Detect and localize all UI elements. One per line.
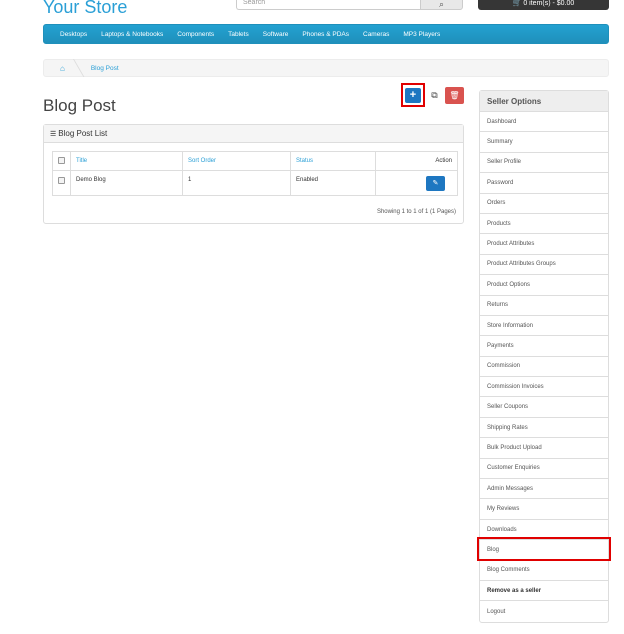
sidebar-item-commission[interactable]: Commission xyxy=(480,357,608,378)
magnifier-icon: ⌕ xyxy=(438,0,445,9)
sidebar-title: Seller Options xyxy=(480,91,608,112)
column-action: Action xyxy=(375,151,458,171)
sidebar-item-shipping-rates[interactable]: Shipping Rates xyxy=(480,418,608,439)
sidebar-item-logout[interactable]: Logout xyxy=(480,601,608,621)
sidebar-item-remove-seller[interactable]: Remove as a seller xyxy=(480,581,608,602)
sidebar-item-orders[interactable]: Orders xyxy=(480,194,608,214)
sidebar-item-product-attributes[interactable]: Product Attributes xyxy=(480,234,608,255)
sort-title-link[interactable]: Title xyxy=(76,158,87,164)
delete-button[interactable]: 🗑 xyxy=(445,87,464,104)
breadcrumb: ⌂ Blog Post xyxy=(43,59,609,77)
store-name[interactable]: Your Store xyxy=(43,0,127,18)
breadcrumb-current[interactable]: Blog Post xyxy=(91,65,119,72)
row-checkbox[interactable] xyxy=(58,177,65,184)
column-title: Title xyxy=(70,151,183,171)
sidebar-item-bulk-product-upload[interactable]: Bulk Product Upload xyxy=(480,438,608,459)
row-sort-order: 1 xyxy=(182,170,291,196)
sidebar-item-seller-coupons[interactable]: Seller Coupons xyxy=(480,397,608,418)
column-sort-order: Sort Order xyxy=(182,151,291,171)
cart-button[interactable]: 🛒 0 item(s) - $0.00 xyxy=(478,0,609,10)
sidebar-item-payments[interactable]: Payments xyxy=(480,336,608,357)
select-all-checkbox[interactable] xyxy=(58,156,65,164)
row-action: ✎ xyxy=(375,170,458,196)
pagination-info: Showing 1 to 1 of 1 (1 Pages) xyxy=(376,209,456,215)
edit-button[interactable]: ✎ xyxy=(426,175,445,191)
sidebar-item-commission-invoices[interactable]: Commission Invoices xyxy=(480,377,608,398)
home-icon[interactable]: ⌂ xyxy=(60,64,65,73)
sidebar-item-admin-messages[interactable]: Admin Messages xyxy=(480,479,608,500)
search-button[interactable]: ⌕ xyxy=(420,0,463,10)
sidebar-item-returns[interactable]: Returns xyxy=(480,296,608,316)
row-checkbox-cell xyxy=(52,170,71,196)
list-icon: ☰ xyxy=(50,131,57,138)
menu-item-mp3[interactable]: MP3 Players xyxy=(403,31,440,38)
row-status: Enabled xyxy=(290,170,376,196)
sort-order-link[interactable]: Sort Order xyxy=(188,158,216,164)
sidebar-item-password[interactable]: Password xyxy=(480,173,608,194)
blog-item-highlight xyxy=(477,537,611,561)
page-title: Blog Post xyxy=(43,96,116,115)
sort-status-link[interactable]: Status xyxy=(296,158,313,164)
column-status: Status xyxy=(290,151,376,171)
select-all-cell xyxy=(52,151,71,171)
sidebar-item-customer-enquiries[interactable]: Customer Enquiries xyxy=(480,459,608,480)
sidebar-item-dashboard[interactable]: Dashboard xyxy=(480,112,608,133)
menu-item-cameras[interactable]: Cameras xyxy=(363,31,389,38)
panel-title: Blog Post List xyxy=(58,129,108,138)
table-row: Demo Blog 1 Enabled ✎ xyxy=(52,170,458,196)
search-input[interactable]: Search xyxy=(236,0,420,10)
sidebar-item-blog-comments[interactable]: Blog Comments xyxy=(480,561,608,581)
menu-item-software[interactable]: Software xyxy=(263,31,289,38)
sidebar-item-my-reviews[interactable]: My Reviews xyxy=(480,499,608,520)
panel-heading: ☰ Blog Post List xyxy=(44,125,463,143)
sidebar-item-seller-profile[interactable]: Seller Profile xyxy=(480,153,608,174)
main-menu: Desktops Laptops & Notebooks Components … xyxy=(43,24,609,44)
sidebar-item-product-options[interactable]: Product Options xyxy=(480,275,608,296)
blog-post-list-panel: ☰ Blog Post List Title Sort Order Status … xyxy=(43,124,464,224)
menu-item-laptops[interactable]: Laptops & Notebooks xyxy=(101,31,163,38)
breadcrumb-separator xyxy=(73,59,83,77)
menu-item-desktops[interactable]: Desktops xyxy=(60,31,87,38)
sidebar-item-store-information[interactable]: Store Information xyxy=(480,316,608,337)
row-title: Demo Blog xyxy=(70,170,183,196)
menu-item-components[interactable]: Components xyxy=(177,31,214,38)
blog-post-table: Title Sort Order Status Action Demo Blog… xyxy=(52,151,458,196)
copy-button[interactable]: ⧉ xyxy=(428,88,441,103)
add-button-highlight xyxy=(401,83,425,107)
sidebar-item-product-attributes-groups[interactable]: Product Attributes Groups xyxy=(480,255,608,276)
menu-item-tablets[interactable]: Tablets xyxy=(228,31,249,38)
sidebar-item-summary[interactable]: Summary xyxy=(480,132,608,153)
sidebar-item-products[interactable]: Products xyxy=(480,214,608,235)
menu-item-phones[interactable]: Phones & PDAs xyxy=(302,31,349,38)
